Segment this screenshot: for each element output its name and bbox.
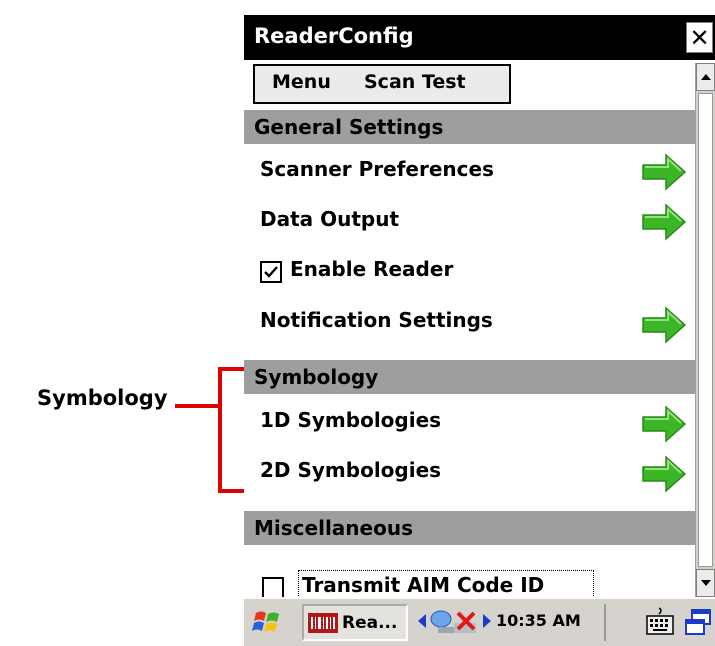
close-button[interactable]: ✕ [686,22,713,53]
2d-symbologies-item[interactable]: 2D Symbologies [260,458,441,482]
checkmark-icon [264,266,278,278]
1d-symbologies-item[interactable]: 1D Symbologies [260,408,441,432]
annotation-bracket-top [218,367,246,371]
section-header-symbology: Symbology [244,360,695,394]
green-arrow-icon[interactable] [640,405,688,443]
section-header-miscellaneous: Miscellaneous [244,511,695,545]
tray-scroll-right-icon[interactable] [483,614,491,628]
section-title: General Settings [254,115,444,139]
section-title: Symbology [254,365,379,389]
green-arrow-icon[interactable] [640,203,688,241]
data-output-item[interactable]: Data Output [260,207,399,231]
window-title: ReaderConfig [254,24,414,48]
annotation-connector [175,404,220,408]
scroll-down-button[interactable] [696,569,715,597]
taskbar-app-button[interactable]: Rea... [302,604,408,641]
scanner-preferences-item[interactable]: Scanner Preferences [260,157,494,181]
reader-app-icon [308,613,338,633]
green-arrow-icon[interactable] [640,455,688,493]
taskbar-divider [604,604,606,641]
scroll-down-icon [700,580,711,586]
transmit-aim-checkbox[interactable] [262,577,284,597]
enable-reader-label: Enable Reader [290,257,454,281]
notification-settings-item[interactable]: Notification Settings [260,308,493,332]
enable-reader-checkbox[interactable] [260,261,282,283]
scroll-thumb[interactable] [698,93,713,567]
menu-item-scan-test[interactable]: Scan Test [364,71,466,93]
settings-list: General Settings Scanner Preferences Dat… [244,110,695,597]
taskbar-clock[interactable]: 10:35 AM [496,611,581,630]
task-switch-icon[interactable] [684,608,712,636]
device-screen: ReaderConfig ✕ Menu Scan Test General Se… [244,15,715,646]
close-icon: ✕ [689,23,710,52]
menu-bar: Menu Scan Test [253,64,511,104]
transmit-aim-label: Transmit AIM Code ID [302,573,545,597]
green-arrow-icon[interactable] [640,153,688,191]
annotation-bracket-bottom [218,489,246,493]
annotation-bracket-vertical [218,367,222,493]
scroll-up-button[interactable] [696,63,715,91]
scroll-up-icon [700,74,711,80]
taskbar: Rea... 10:35 AM [244,597,715,646]
keyboard-icon[interactable] [645,606,675,638]
menu-item-menu[interactable]: Menu [272,71,331,93]
title-bar: ReaderConfig ✕ [244,15,715,60]
section-header-general: General Settings [244,110,695,144]
vertical-scrollbar[interactable] [695,63,715,597]
windows-start-icon[interactable] [252,607,282,637]
annotation-label: Symbology [37,386,168,410]
network-error-icon[interactable] [452,609,480,637]
tray-scroll-left-icon[interactable] [418,614,426,628]
section-title: Miscellaneous [254,516,413,540]
taskbar-app-label: Rea... [342,613,398,633]
green-arrow-icon[interactable] [640,306,688,344]
